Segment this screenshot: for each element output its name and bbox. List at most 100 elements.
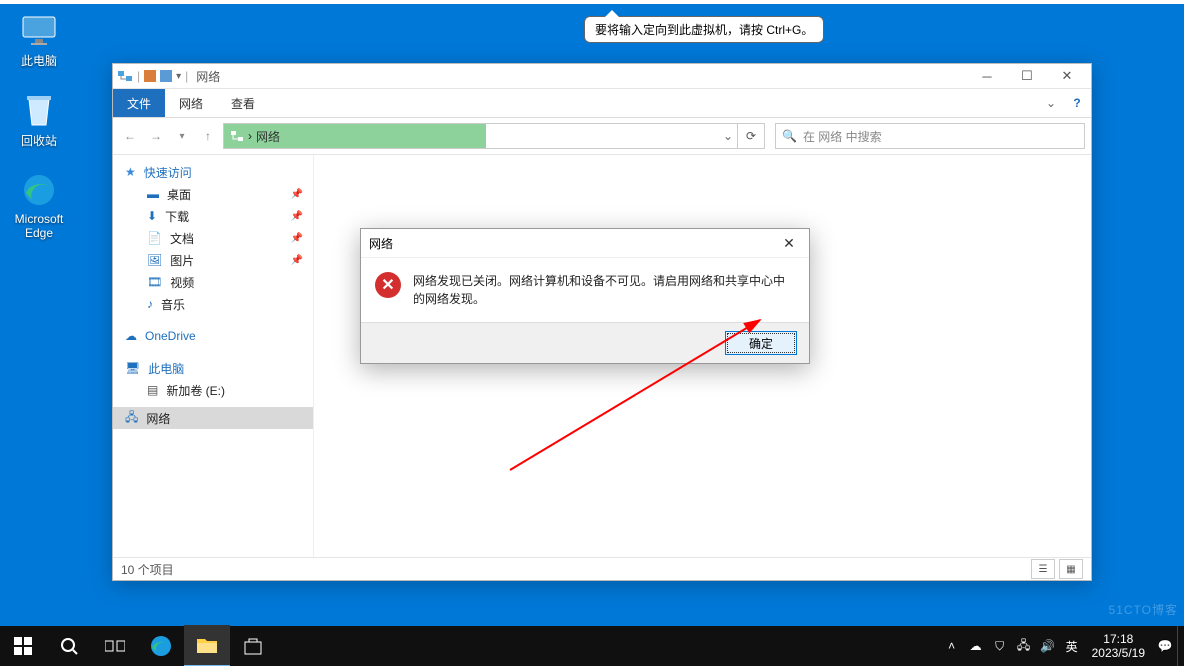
dialog-message: 网络发现已关闭。网络计算机和设备不可见。请启用网络和共享中心中的网络发现。 (413, 272, 795, 308)
minimize-button[interactable]: ─ (967, 64, 1007, 88)
search-placeholder: 在 网络 中搜索 (803, 128, 882, 145)
breadcrumb[interactable]: 网络 (256, 128, 280, 145)
taskbar-explorer[interactable] (184, 625, 230, 666)
quick-access-undo-icon[interactable] (160, 70, 172, 82)
pin-icon: 📌 (291, 211, 303, 222)
taskbar[interactable]: ˄ ☁ ⛉ 🖧 🔊 英 17:18 2023/5/19 💬 (0, 626, 1184, 666)
ribbon-tab-file[interactable]: 文件 (113, 89, 165, 117)
view-details-button[interactable]: ☰ (1031, 559, 1055, 579)
up-button[interactable]: ↑ (197, 125, 219, 147)
dialog-close-button[interactable]: ✕ (777, 235, 801, 252)
window-title: 网络 (196, 68, 220, 85)
tray-onedrive-icon[interactable]: ☁ (964, 639, 988, 653)
network-icon (117, 68, 133, 84)
back-button[interactable]: ← (119, 125, 141, 147)
ribbon-tab-network[interactable]: 网络 (165, 89, 217, 117)
taskbar-edge[interactable] (138, 626, 184, 666)
taskbar-clock[interactable]: 17:18 2023/5/19 (1084, 632, 1153, 661)
search-button[interactable] (46, 626, 92, 666)
nav-onedrive[interactable]: ☁ OneDrive (113, 325, 313, 347)
desktop-icon-edge[interactable]: Microsoft Edge (4, 170, 74, 240)
maximize-button[interactable]: ☐ (1007, 64, 1047, 88)
status-bar: 10 个项目 ☰ ▦ (113, 557, 1091, 580)
ribbon-collapse-icon[interactable]: ⌄ (1039, 89, 1063, 117)
nav-label: 文档 (170, 230, 194, 247)
vm-top-strip (0, 0, 1184, 4)
search-input[interactable]: 🔍 在 网络 中搜索 (775, 123, 1085, 149)
nav-downloads[interactable]: ⬇ 下载 📌 (113, 205, 313, 227)
tray-security-icon[interactable]: ⛉ (988, 639, 1012, 654)
chevron-down-icon[interactable]: ⌄ (723, 129, 733, 143)
notifications-button[interactable]: 💬 (1153, 639, 1177, 653)
error-dialog: 网络 ✕ ✕ 网络发现已关闭。网络计算机和设备不可见。请启用网络和共享中心中的网… (360, 228, 810, 364)
error-icon: ✕ (375, 272, 401, 298)
search-icon: 🔍 (782, 129, 797, 143)
recent-locations-icon[interactable]: ▾ (171, 125, 193, 147)
desktop-icon-label: 此电脑 (4, 52, 74, 69)
monitor-icon (19, 10, 59, 50)
desktop-icon-this-pc[interactable]: 此电脑 (4, 10, 74, 69)
monitor-icon: 🖥 (125, 361, 140, 375)
nav-label: 图片 (170, 252, 194, 269)
dialog-title: 网络 (369, 235, 393, 252)
pin-icon: 📌 (291, 189, 303, 200)
nav-label: 此电脑 (148, 360, 184, 377)
document-icon: 📄 (147, 231, 162, 245)
tray-volume-icon[interactable]: 🔊 (1036, 639, 1060, 653)
system-tray[interactable]: ˄ ☁ ⛉ 🖧 🔊 英 17:18 2023/5/19 💬 (940, 626, 1184, 666)
start-button[interactable] (0, 626, 46, 666)
star-icon: ★ (125, 165, 136, 179)
taskbar-store[interactable] (230, 626, 276, 666)
download-icon: ⬇ (147, 209, 157, 223)
nav-label: OneDrive (145, 329, 196, 343)
forward-button[interactable]: → (145, 125, 167, 147)
nav-label: 网络 (146, 410, 170, 427)
taskbar-date: 2023/5/19 (1092, 646, 1145, 660)
view-icons-button[interactable]: ▦ (1059, 559, 1083, 579)
edge-icon (19, 170, 59, 210)
desktop-icon-recycle[interactable]: 回收站 (4, 90, 74, 149)
nav-pictures[interactable]: 🖼 图片 📌 (113, 249, 313, 271)
nav-videos[interactable]: 🎞 视频 (113, 271, 313, 293)
task-view-button[interactable] (92, 626, 138, 666)
nav-label: 音乐 (161, 296, 185, 313)
music-icon: ♪ (147, 297, 153, 311)
refresh-button[interactable]: ⟳ (737, 124, 764, 148)
address-bar[interactable]: › 网络 ⌄ ⟳ (223, 123, 765, 149)
quick-access-save-icon[interactable] (144, 70, 156, 82)
dialog-titlebar[interactable]: 网络 ✕ (361, 229, 809, 258)
tray-chevron-up-icon[interactable]: ˄ (940, 639, 964, 653)
ribbon: 文件 网络 查看 ⌄ ? (113, 89, 1091, 118)
cloud-icon: ☁ (125, 329, 137, 343)
nav-row: ← → ▾ ↑ › 网络 ⌄ ⟳ 🔍 在 网络 中搜索 (113, 118, 1091, 155)
nav-network[interactable]: 🖧 网络 (113, 407, 313, 429)
ok-button[interactable]: 确定 (725, 331, 797, 355)
titlebar[interactable]: | ▾ | 网络 ─ ☐ ✕ (113, 64, 1091, 89)
network-icon: 🖧 (125, 408, 138, 429)
tray-ime-indicator[interactable]: 英 (1060, 638, 1084, 655)
pin-icon: 📌 (291, 255, 303, 266)
video-icon: 🎞 (147, 275, 162, 289)
navigation-pane[interactable]: ★ 快速访问 ▬ 桌面 📌 ⬇ 下载 📌 📄 文档 📌 🖼 图片 📌 (113, 155, 314, 557)
pin-icon: 📌 (291, 233, 303, 244)
desktop-icon: ▬ (147, 187, 159, 201)
nav-music[interactable]: ♪ 音乐 (113, 293, 313, 315)
nav-label: 下载 (165, 208, 189, 225)
taskbar-time: 17:18 (1092, 632, 1145, 646)
chevron-down-icon[interactable]: ▾ (176, 71, 181, 82)
nav-desktop[interactable]: ▬ 桌面 📌 (113, 183, 313, 205)
nav-this-pc[interactable]: 🖥 此电脑 (113, 357, 313, 379)
ribbon-tab-view[interactable]: 查看 (217, 89, 269, 117)
help-icon[interactable]: ? (1063, 89, 1091, 117)
close-button[interactable]: ✕ (1047, 64, 1087, 88)
show-desktop-button[interactable] (1177, 626, 1184, 666)
nav-quick-access[interactable]: ★ 快速访问 (113, 161, 313, 183)
recycle-bin-icon (19, 90, 59, 130)
picture-icon: 🖼 (147, 253, 162, 267)
chevron-right-icon: › (248, 129, 252, 143)
nav-documents[interactable]: 📄 文档 📌 (113, 227, 313, 249)
drive-icon: ▤ (147, 383, 158, 397)
tray-network-icon[interactable]: 🖧 (1012, 636, 1036, 657)
nav-volume-e[interactable]: ▤ 新加卷 (E:) (113, 379, 313, 401)
vm-tooltip: 要将输入定向到此虚拟机，请按 Ctrl+G。 (584, 16, 824, 43)
